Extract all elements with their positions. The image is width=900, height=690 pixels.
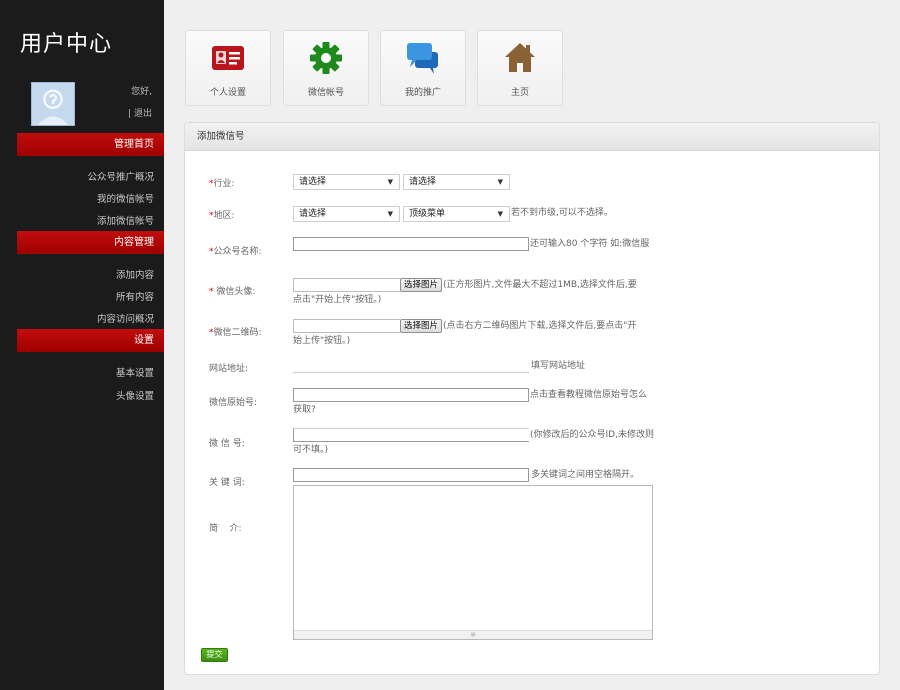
id-card-icon <box>211 41 245 75</box>
keywords-label: 关 键 词: <box>209 478 245 488</box>
website-hint: 填写网站地址 <box>531 361 586 371</box>
panel-title: 添加微信号 <box>185 123 879 151</box>
section-head-content[interactable]: 内容管理 <box>17 231 164 254</box>
nav-item-add-account[interactable]: 添加微信帐号 <box>97 213 154 227</box>
nav-item-add-content[interactable]: 添加内容 <box>116 267 154 281</box>
wechat-id-label: 微 信 号: <box>209 439 245 449</box>
wechat-id-hint: (你修改后的公众号ID,未修改则可不填。) <box>293 430 654 455</box>
original-id-label: 微信原始号: <box>209 398 258 408</box>
chevron-down-icon: ▼ <box>497 178 503 186</box>
gear-icon <box>309 41 343 75</box>
account-name-hint: 还可输入80 个字符 如:微信服 <box>530 239 650 249</box>
nav-item-promo-overview[interactable]: 公众号推广概况 <box>87 169 154 183</box>
tile-my-promotion[interactable]: 我的推广 <box>380 30 466 106</box>
region-select-1[interactable]: 请选择 ▼ <box>293 206 400 222</box>
sidebar-title: 用户中心 <box>20 32 113 57</box>
industry-select-1[interactable]: 请选择 ▼ <box>293 174 400 190</box>
region-hint: 若不到市级,可以不选择。 <box>511 208 613 218</box>
region-select-2[interactable]: 顶级菜单 ▼ <box>403 206 510 222</box>
section-head-settings[interactable]: 设置 <box>17 329 164 352</box>
submit-button[interactable]: 提交 <box>201 648 228 662</box>
region-label: *地区: <box>209 211 235 221</box>
tile-profile-settings[interactable]: 个人设置 <box>185 30 271 106</box>
avatar-label: * 微信头像: <box>209 287 256 297</box>
website-input[interactable] <box>293 359 529 373</box>
nav-item-content-stats[interactable]: 内容访问概况 <box>97 311 154 325</box>
avatar-hint: (正方形图片,文件最大不超过1MB,选择文件后,要点击"开始上传"按钮。) <box>293 280 637 305</box>
qrcode-label: *微信二维码: <box>209 328 262 338</box>
chevron-down-icon: ▼ <box>387 178 393 186</box>
sidebar: 用户中心 您好, | 退出 管理首页 公众号推广概况 我的微信帐号 添加微信帐号… <box>0 0 164 690</box>
avatar-placeholder-icon <box>32 83 74 125</box>
intro-textarea[interactable]: ⁜ <box>293 485 653 640</box>
resize-handle-icon[interactable]: ⁜ <box>294 630 652 639</box>
avatar[interactable] <box>31 82 75 126</box>
tile-wechat-account[interactable]: 微信帐号 <box>283 30 369 106</box>
industry-select-2[interactable]: 请选择 ▼ <box>403 174 510 190</box>
tile-label: 微信帐号 <box>307 88 344 98</box>
greeting-text: 您好, <box>131 87 152 97</box>
chat-bubble-icon <box>406 41 440 75</box>
keywords-hint: 多关键词之间用空格隔开。 <box>531 470 640 480</box>
logout-link[interactable]: | 退出 <box>128 106 152 119</box>
account-name-label: *公众号名称: <box>209 247 262 257</box>
tile-label: 个人设置 <box>209 88 246 98</box>
section-head-home[interactable]: 管理首页 <box>17 133 164 156</box>
original-id-hint: 点击查看教程微信原始号怎么获取? <box>293 390 648 415</box>
nav-item-all-content[interactable]: 所有内容 <box>116 289 154 303</box>
industry-label: *行业: <box>209 179 235 189</box>
tile-label: 我的推广 <box>404 88 441 98</box>
chevron-down-icon: ▼ <box>387 210 393 218</box>
home-icon <box>503 41 537 75</box>
qrcode-hint: (点击右方二维码图片下载,选择文件后,要点击"开始上传"按钮。) <box>293 321 637 346</box>
keywords-input[interactable] <box>293 468 529 482</box>
nav-item-basic-settings[interactable]: 基本设置 <box>116 365 154 379</box>
intro-label: 简 介: <box>209 524 242 534</box>
website-label: 网站地址: <box>209 364 249 374</box>
tile-label: 主页 <box>510 88 529 98</box>
tile-home[interactable]: 主页 <box>477 30 563 106</box>
add-wechat-panel: 添加微信号 *行业: 请选择 ▼ 请选择 ▼ *地区: 请选择 ▼ 顶级菜单 ▼ 若不到… <box>184 122 880 675</box>
nav-item-avatar-settings[interactable]: 头像设置 <box>116 388 154 402</box>
nav-item-my-accounts[interactable]: 我的微信帐号 <box>97 191 154 205</box>
chevron-down-icon: ▼ <box>497 210 503 218</box>
